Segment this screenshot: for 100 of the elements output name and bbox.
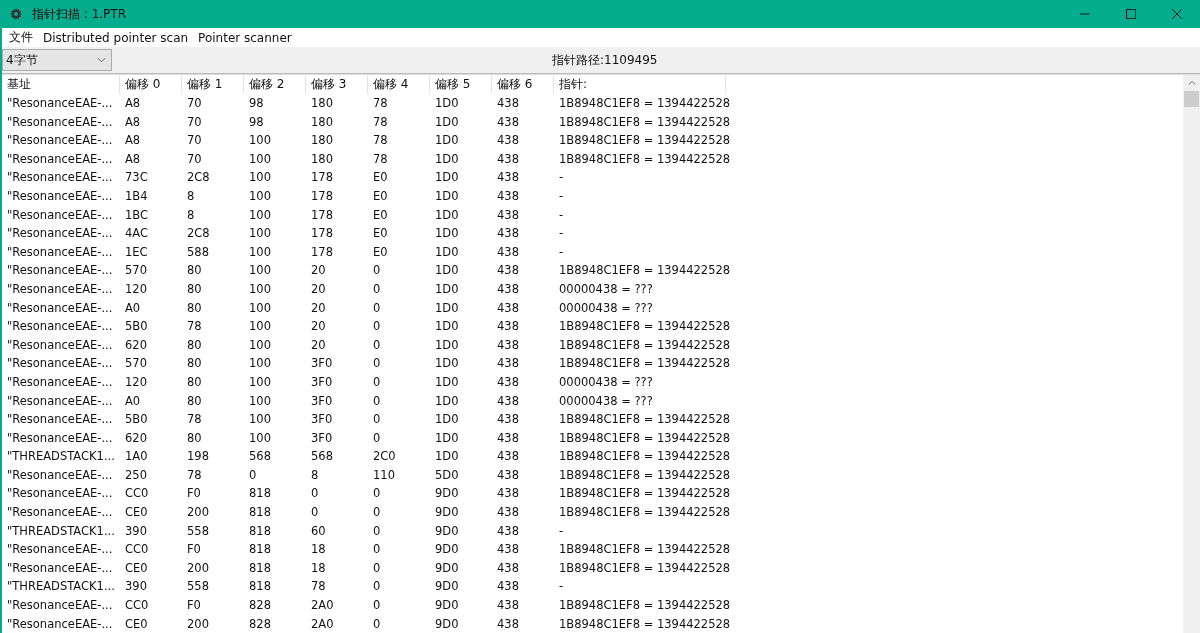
table-cell-text: 818 [248,559,272,577]
table-cell-text: 0 [372,280,382,298]
column-header[interactable]: 偏移 2 [244,75,306,94]
table-cell-text: 78 [372,132,389,150]
table-cell-text: "ResonanceEAE-... [6,373,114,391]
table-cell-text: 438 [496,485,520,503]
table-cell-text: 178 [310,225,334,243]
table-cell-text: 438 [496,113,520,131]
table-cell-text: 80 [186,336,203,354]
column-header[interactable]: 指针: [554,75,726,94]
table-cell-text: 3F0 [310,373,334,391]
table-cell-text: E0 [372,169,389,187]
table-cell-text: 200 [186,559,210,577]
table-cell-text: 0 [372,522,382,540]
table-cell-text: 100 [248,169,272,187]
table-cell-text: 1D0 [434,225,460,243]
table-cell-text: 70 [186,95,203,112]
menu-item[interactable]: Distributed pointer scan [40,30,196,45]
table-cell-text: F0 [186,541,202,559]
column-header[interactable]: 偏移 4 [368,75,430,94]
table-cell-text: "ResonanceEAE-... [6,392,114,410]
table-cell-text: 438 [496,373,520,391]
table-cell-text: 20 [310,280,327,298]
table-cell-text: 1D0 [434,411,460,429]
table-cell-text: 438 [496,578,520,596]
table-cell-text: 9D0 [434,615,460,633]
table-cell-text: 100 [248,262,272,280]
column-header[interactable]: 偏移 5 [430,75,492,94]
table-cell-text: 98 [248,113,265,131]
table-cell-text: 438 [496,411,520,429]
table-cell-text: 18 [310,541,327,559]
chevron-down-icon [97,57,106,63]
pointer-path-count: 指针路径:1109495 [552,51,658,69]
table-cell-text: 1D0 [434,262,460,280]
table-cell-text: 178 [310,169,334,187]
size-dropdown[interactable]: 4字节 [2,49,112,71]
column-header[interactable]: 偏移 3 [306,75,368,94]
table-cell-text: "ResonanceEAE-... [6,597,114,615]
table-cell-text: 80 [186,280,203,298]
table-cell-text: 9D0 [434,578,460,596]
table-cell-text: 620 [124,429,148,447]
table-cell-text: 100 [248,373,272,391]
table-cell-text: 20 [310,299,327,317]
column-header[interactable]: 基址 [2,75,120,94]
table-cell-text: 0 [372,597,382,615]
table-cell-text: 0 [310,485,320,503]
table-cell-text: "ResonanceEAE-... [6,485,114,503]
table-cell-text: 0 [372,392,382,410]
table-cell-text: 70 [186,113,203,131]
column-header[interactable]: 偏移 1 [182,75,244,94]
vertical-scrollbar[interactable] [1183,75,1200,633]
menu-item[interactable]: Pointer scanner [195,30,299,45]
table-cell-text: 818 [248,541,272,559]
table-cell-text: 0 [372,504,382,522]
table-cell-text: 9D0 [434,559,460,577]
table-cell-text: 80 [186,262,203,280]
table-cell-text: 100 [248,150,272,168]
table-cell-text: "ResonanceEAE-... [6,336,114,354]
table-cell-text: - [558,169,565,187]
table-cell-text: 2C8 [186,225,211,243]
table-cell-text: 100 [248,429,272,447]
table-cell-text: 0 [372,355,382,373]
table-cell-text: 438 [496,187,520,205]
table-cell-text: "THREADSTACK1... [6,522,116,540]
table-cell-text: 438 [496,318,520,336]
table-cell-text: 9D0 [434,522,460,540]
table-cell-text: 438 [496,280,520,298]
table-cell-text: 1D0 [434,318,460,336]
table-cell-text: 98 [248,95,265,112]
scrollbar-thumb[interactable] [1184,91,1199,107]
table-cell-text: 390 [124,522,148,540]
table-cell-text: 2A0 [310,597,335,615]
table-cell-text: 00000438 = ??? [558,392,654,410]
table-cell-text: 828 [248,597,272,615]
table-cell-text: 570 [124,262,148,280]
table-cell-text: 20 [310,262,327,280]
table-cell-text: - [558,578,565,596]
table-cell-text: 120 [124,373,148,391]
table-cell-text: 70 [186,132,203,150]
table-cell-text: - [558,243,565,261]
table-cell-text: 00000438 = ??? [558,299,654,317]
table-cell-text: 1D0 [434,132,460,150]
table-cell-text: 78 [372,113,389,131]
table-cell-text: 620 [124,336,148,354]
column-header[interactable]: 偏移 0 [120,75,182,94]
table-cell-text: 8 [310,466,320,484]
table-cell-text: 1D0 [434,95,460,112]
menu-item[interactable]: 文件 [6,29,40,46]
table-cell-text: 438 [496,150,520,168]
table-cell-text: 2A0 [310,615,335,633]
table-cell-text: 0 [372,299,382,317]
table-cell-text: 180 [310,150,334,168]
table-cell-text: 438 [496,541,520,559]
table-cell-text: 1D0 [434,429,460,447]
column-header[interactable]: 偏移 6 [492,75,554,94]
table-cell-text: 100 [248,187,272,205]
table-cell-text: 438 [496,559,520,577]
scroll-up-icon[interactable] [1187,80,1196,86]
table-cell-text: "ResonanceEAE-... [6,206,114,224]
table-cell-text: 3F0 [310,355,334,373]
